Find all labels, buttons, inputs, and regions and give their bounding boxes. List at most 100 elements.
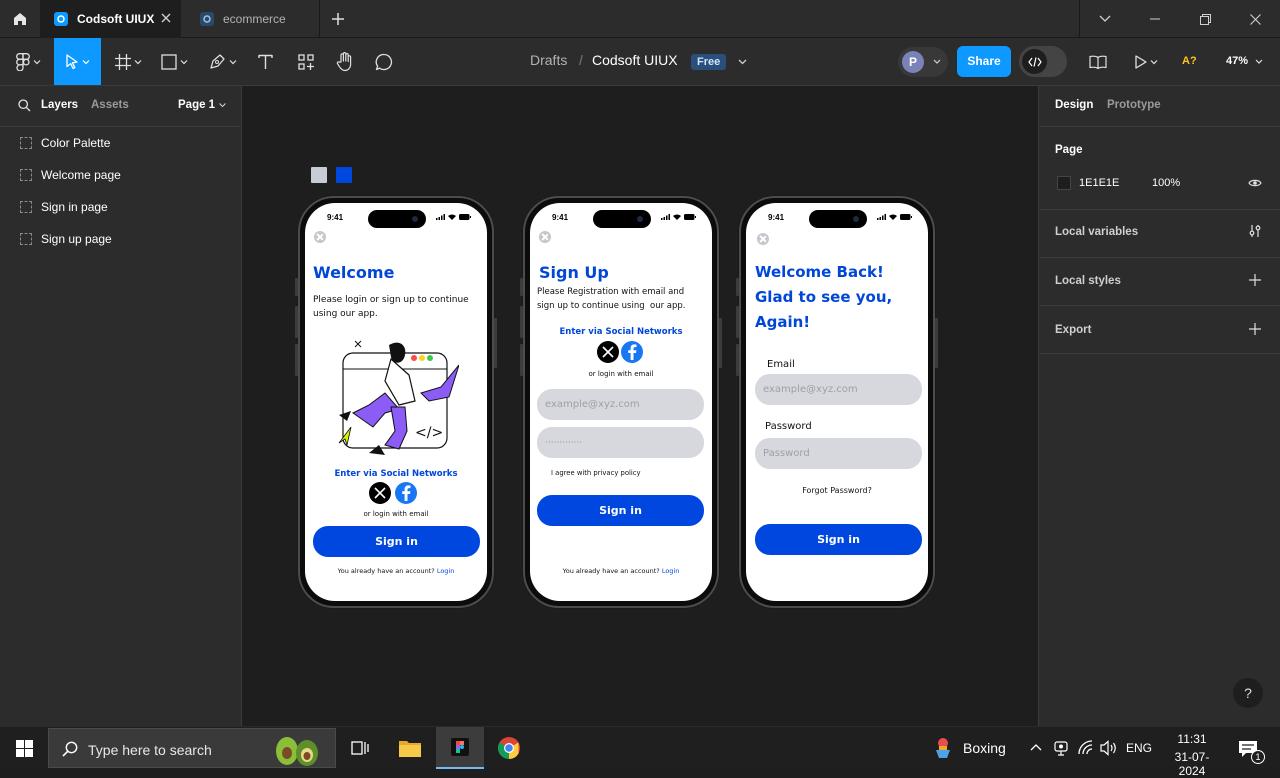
task-view-button[interactable] — [336, 727, 384, 769]
search-icon[interactable] — [18, 99, 31, 112]
pen-tool-button[interactable] — [201, 38, 245, 85]
layer-sign-up-page[interactable]: Sign up page — [0, 223, 240, 255]
sign-in-button[interactable]: Sign in — [537, 495, 704, 526]
tab-ecommerce[interactable]: ecommerce — [182, 0, 320, 38]
phone-button — [736, 278, 739, 296]
tab-assets[interactable]: Assets — [91, 99, 129, 111]
file-explorer-button[interactable] — [386, 727, 434, 769]
layer-sign-in-page[interactable]: Sign in page — [0, 191, 240, 223]
plus-icon[interactable] — [1249, 323, 1261, 335]
password-field[interactable]: ············· — [537, 427, 704, 458]
local-variables-heading[interactable]: Local variables — [1055, 226, 1138, 238]
layer-label: Sign up page — [41, 232, 112, 246]
help-button[interactable]: ? — [1233, 678, 1263, 708]
file-menu-button[interactable] — [734, 38, 750, 85]
close-window-button[interactable] — [1230, 0, 1280, 38]
hand-tool-button[interactable] — [331, 38, 359, 85]
email-field[interactable]: example@xyz.com — [537, 389, 704, 420]
tab-codsoft-uiux[interactable]: Codsoft UIUX — [40, 0, 181, 38]
x-twitter-login-button[interactable] — [369, 482, 391, 504]
divider — [1039, 257, 1280, 258]
main-menu-button[interactable] — [8, 38, 48, 85]
language-indicator[interactable]: ENG — [1126, 741, 1152, 755]
chevron-up-icon[interactable] — [1030, 743, 1042, 751]
palette-swatch[interactable] — [336, 167, 352, 183]
home-button[interactable] — [0, 0, 40, 38]
task-view-icon — [351, 741, 369, 755]
figma-taskbar-button[interactable] — [436, 727, 484, 769]
layer-welcome-page[interactable]: Welcome page — [0, 159, 240, 191]
resources-tool-button[interactable] — [292, 38, 320, 85]
minimize-icon — [1150, 18, 1160, 20]
phone-button — [736, 344, 739, 376]
close-icon[interactable] — [539, 231, 551, 243]
close-icon[interactable] — [314, 231, 326, 243]
phone-frame-welcome[interactable]: 9:41 Welcome Please login or sign up to … — [295, 196, 497, 608]
email-field[interactable]: example@xyz.com — [755, 374, 922, 405]
phone-frame-signin[interactable]: 9:41 Welcome Back! Glad to see you, Agai… — [736, 196, 938, 608]
move-tool-button[interactable] — [54, 38, 101, 85]
footer-text: You already have an account? — [337, 567, 435, 575]
login-link[interactable]: Login — [437, 567, 455, 575]
password-field[interactable]: Password — [755, 438, 922, 469]
facebook-login-button[interactable] — [621, 341, 643, 363]
tab-layers[interactable]: Layers — [41, 99, 78, 111]
library-button[interactable] — [1084, 38, 1112, 85]
facebook-login-button[interactable] — [395, 482, 417, 504]
file-name[interactable]: Codsoft UIUX — [592, 52, 678, 68]
multiplayer-button[interactable]: P — [898, 47, 948, 77]
chrome-taskbar-button[interactable] — [485, 727, 533, 769]
chevron-down-icon[interactable] — [1255, 59, 1263, 65]
start-button[interactable] — [0, 727, 48, 769]
text-tool-button[interactable] — [252, 38, 278, 85]
clock-date[interactable]: 31-07-2024 — [1162, 750, 1222, 778]
volume-icon[interactable] — [1100, 740, 1118, 756]
layer-color-palette[interactable]: Color Palette — [0, 127, 240, 159]
new-tab-button[interactable] — [322, 0, 354, 38]
page-color-value[interactable]: 1E1E1E — [1079, 177, 1119, 189]
close-icon[interactable] — [757, 233, 769, 245]
plan-badge: Free — [691, 54, 727, 70]
camera-dot — [412, 216, 418, 222]
shape-tool-button[interactable] — [154, 38, 194, 85]
share-button[interactable]: Share — [957, 46, 1011, 77]
windows-logo-icon — [15, 739, 33, 757]
taskbar-search-box[interactable]: Type here to search — [48, 728, 336, 768]
tab-design[interactable]: Design — [1055, 99, 1093, 111]
sign-in-button[interactable]: Sign in — [755, 524, 922, 555]
close-icon[interactable] — [161, 13, 171, 23]
tabs-dropdown-button[interactable] — [1080, 0, 1130, 38]
accessibility-check-button[interactable]: A? — [1182, 55, 1197, 67]
privacy-agree-text[interactable]: I agree with privacy policy — [551, 469, 641, 477]
tab-prototype[interactable]: Prototype — [1107, 99, 1161, 111]
plus-icon[interactable] — [1249, 274, 1261, 286]
export-heading[interactable]: Export — [1055, 324, 1091, 336]
status-time: 9:41 — [552, 213, 569, 222]
sign-in-button[interactable]: Sign in — [313, 526, 480, 557]
frame-tool-button[interactable] — [108, 38, 148, 85]
meet-now-icon[interactable] — [1054, 740, 1068, 756]
restore-button[interactable] — [1180, 0, 1230, 38]
x-twitter-login-button[interactable] — [597, 341, 619, 363]
phone-frame-signup[interactable]: 9:41 Sign Up Please Registration with em… — [520, 196, 722, 608]
variables-icon[interactable] — [1248, 224, 1262, 238]
page-opacity-value[interactable]: 100% — [1152, 177, 1180, 189]
page-color-swatch[interactable] — [1057, 176, 1071, 190]
zoom-level[interactable]: 47% — [1226, 55, 1248, 67]
local-styles-heading[interactable]: Local styles — [1055, 275, 1121, 287]
dev-mode-toggle[interactable] — [1019, 46, 1067, 77]
comment-tool-button[interactable] — [370, 38, 398, 85]
breadcrumb-root[interactable]: Drafts — [530, 52, 567, 68]
phone-button — [295, 278, 298, 296]
canvas[interactable]: 9:41 Welcome Please login or sign up to … — [242, 86, 1038, 726]
weather-label[interactable]: Boxing — [963, 740, 1006, 756]
login-link[interactable]: Login — [662, 567, 680, 575]
minimize-button[interactable] — [1130, 0, 1180, 38]
wifi-icon[interactable] — [1078, 740, 1094, 756]
forgot-password-link[interactable]: Forgot Password? — [746, 486, 928, 495]
clock-time[interactable]: 11:31 — [1162, 732, 1222, 746]
present-button[interactable] — [1128, 38, 1164, 85]
page-selector[interactable]: Page 1 — [178, 99, 226, 111]
palette-swatch[interactable] — [311, 167, 327, 183]
eye-icon[interactable] — [1248, 178, 1262, 188]
